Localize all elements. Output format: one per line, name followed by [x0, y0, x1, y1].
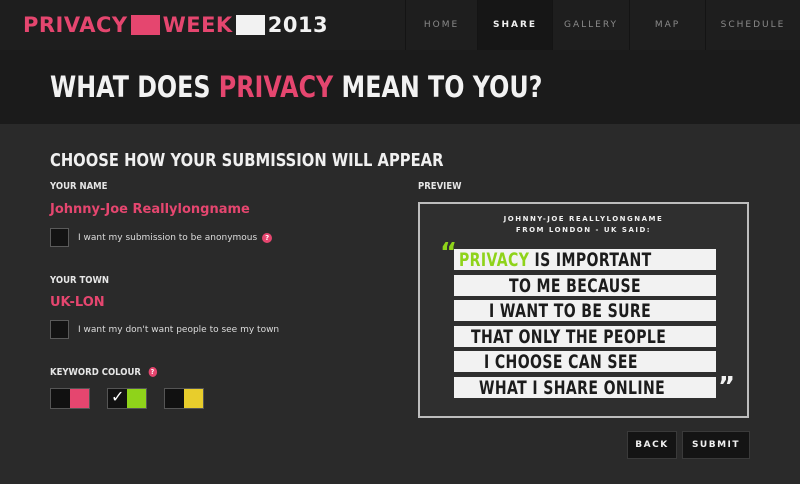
- title-band: WHAT DOES PRIVACY MEAN TO YOU?: [0, 50, 800, 124]
- quote-line-2-text: TO ME BECAUSE: [509, 274, 641, 297]
- quote-line-1: PRIVACY IS IMPORTANT: [454, 248, 716, 271]
- quote-line-5-text: I CHOOSE CAN SEE: [484, 350, 638, 373]
- name-label: YOUR NAME: [50, 181, 108, 192]
- check-icon: ✓: [111, 387, 125, 406]
- anonymous-label: I want my submission to be anonymous: [78, 232, 258, 243]
- anonymous-row: I want my submission to be anonymous ?: [50, 228, 273, 247]
- page-title: WHAT DOES PRIVACY MEAN TO YOU?: [50, 70, 542, 104]
- quote-keyword: PRIVACY: [459, 248, 530, 271]
- swatch-colour-half: [70, 389, 89, 408]
- nav-share[interactable]: SHARE: [477, 0, 552, 50]
- nav-map[interactable]: MAP: [629, 0, 705, 50]
- logo-word-week: WEEK: [162, 13, 233, 37]
- hide-town-row: I want my don't want people to see my to…: [50, 320, 279, 339]
- quote-line-4: THAT ONLY THE PEOPLE: [454, 325, 716, 348]
- quote-line-2: TO ME BECAUSE: [454, 274, 716, 297]
- help-icon[interactable]: ?: [262, 232, 273, 243]
- keyword-colour-label: KEYWORD COLOUR ?: [50, 367, 157, 378]
- swatch-green[interactable]: ✓: [107, 387, 147, 409]
- nav-home[interactable]: HOME: [405, 0, 477, 50]
- page-title-highlight: PRIVACY: [218, 70, 334, 104]
- town-value[interactable]: UK-LON: [50, 295, 105, 310]
- quote-line-4-text: THAT ONLY THE PEOPLE: [471, 325, 667, 348]
- back-button[interactable]: BACK: [627, 431, 677, 459]
- quote-line-6: WHAT I SHARE ONLINE: [454, 376, 716, 399]
- top-bar: PRIVACY WEEK 2013 HOME SHARE GALLERY MAP…: [0, 0, 800, 50]
- name-value[interactable]: Johnny-Joe Reallylongname: [50, 202, 250, 217]
- keyword-colour-swatches: ✓: [50, 387, 221, 409]
- preview-card: JOHNNY-JOE REALLYLONGNAME FROM LONDON - …: [418, 202, 749, 418]
- swatch-colour-half: [127, 389, 146, 408]
- swatch-dark-half: [51, 389, 70, 408]
- swatch-dark-half: [165, 389, 184, 408]
- quote-line-6-text: WHAT I SHARE ONLINE: [479, 376, 666, 399]
- town-label: YOUR TOWN: [50, 275, 110, 286]
- keyword-colour-text: KEYWORD COLOUR: [50, 367, 141, 378]
- page-title-post: MEAN TO YOU?: [333, 70, 543, 104]
- nav-schedule[interactable]: SCHEDULE: [705, 0, 800, 50]
- swatch-colour-half: [184, 389, 203, 408]
- section-title: CHOOSE HOW YOUR SUBMISSION WILL APPEAR: [50, 150, 444, 171]
- close-quote-mark: ”: [718, 372, 736, 402]
- preview-label: PREVIEW: [418, 181, 462, 192]
- hide-town-label: I want my don't want people to see my to…: [78, 324, 280, 335]
- main-nav: HOME SHARE GALLERY MAP SCHEDULE: [405, 0, 800, 50]
- quote-line-3-text: I WANT TO BE SURE: [489, 299, 652, 322]
- hide-town-checkbox[interactable]: [50, 320, 69, 339]
- anonymous-checkbox[interactable]: [50, 228, 69, 247]
- help-icon[interactable]: ?: [148, 367, 157, 377]
- logo-white-block: [235, 15, 265, 35]
- submit-button[interactable]: SUBMIT: [682, 431, 750, 459]
- page-title-pre: WHAT DOES: [50, 70, 219, 104]
- swatch-pink[interactable]: [50, 388, 90, 409]
- swatch-yellow[interactable]: [164, 388, 204, 409]
- preview-quote: “ PRIVACY IS IMPORTANT TO ME BECAUSE I W…: [420, 204, 747, 416]
- nav-gallery[interactable]: GALLERY: [552, 0, 629, 50]
- quote-line-3: I WANT TO BE SURE: [454, 299, 716, 322]
- logo[interactable]: PRIVACY WEEK 2013: [23, 11, 328, 39]
- logo-word-privacy: PRIVACY: [23, 13, 128, 37]
- quote-line-1-rest: IS IMPORTANT: [529, 248, 652, 271]
- quote-line-5: I CHOOSE CAN SEE: [454, 350, 716, 373]
- logo-pink-block: [130, 15, 160, 35]
- logo-year: 2013: [267, 13, 329, 37]
